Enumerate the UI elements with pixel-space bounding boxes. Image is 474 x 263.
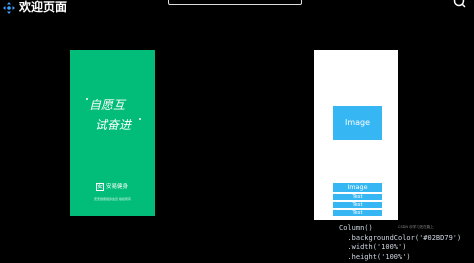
page-title: 欢迎页面 xyxy=(19,0,68,14)
image-placeholder-large: Image xyxy=(333,106,382,140)
text-placeholder: Text xyxy=(333,210,382,216)
toolbar-header: 欢迎页面 xyxy=(0,0,474,16)
code-line: Column() xyxy=(339,224,373,232)
slogan-line1: 自愿互 xyxy=(89,98,127,112)
welcome-page-preview: 自愿互 试奋进 安 安易健身 安安健康健身会员 版权所有 xyxy=(70,50,155,216)
code-line: .width('100%') xyxy=(339,243,407,251)
footer-text: 安安健康健身会员 版权所有 xyxy=(94,197,131,201)
code-snippet: Column() .backgroundColor('#02BD79') .wi… xyxy=(339,224,461,262)
code-line: .backgroundColor('#02BD79') xyxy=(339,233,462,242)
brand-name: 安易健身 xyxy=(106,183,129,190)
search-icon[interactable] xyxy=(452,0,466,8)
code-line: .height('100%') xyxy=(339,252,411,261)
slogan-graphic: 自愿互 试奋进 xyxy=(86,98,141,132)
text-placeholder: Text xyxy=(333,194,382,200)
brand-logo: 安 xyxy=(96,182,104,191)
image-placeholder-small: Image xyxy=(333,183,382,192)
brand-row: 安 安易健身 xyxy=(96,182,128,191)
slogan-line2: 试奋进 xyxy=(95,118,133,132)
top-field[interactable] xyxy=(168,0,302,5)
text-placeholder: Text xyxy=(333,202,382,208)
move-handle-icon[interactable] xyxy=(3,2,15,14)
layout-preview: Image Image Text Text Text xyxy=(314,50,398,220)
